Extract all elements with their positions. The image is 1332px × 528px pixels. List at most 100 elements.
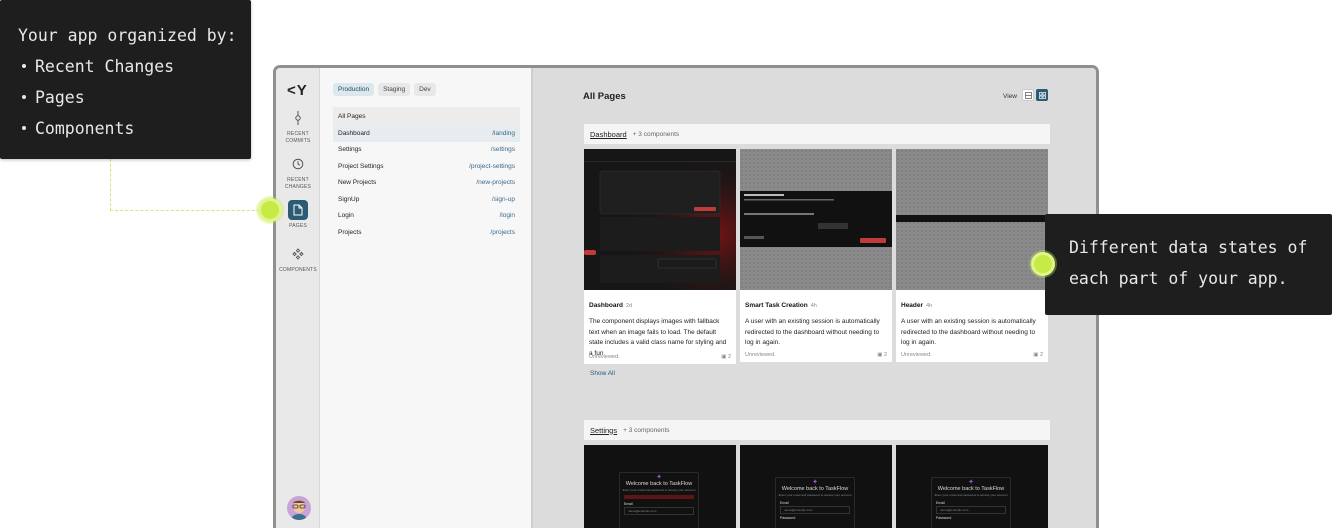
callout-line: Different data states of [1069,238,1308,257]
rail-label: RECENT COMMITS [285,131,311,144]
connector-line [110,210,260,211]
preview-subtitle: Enter your email and password to access … [778,493,852,497]
view-label: View [1003,93,1017,100]
nav-rail: <Y RECENT COMMITS RECENT CHANGES PAGES C… [276,68,320,528]
card-thumbnail [584,149,736,290]
smart-task-preview-image [740,191,892,247]
tab-staging[interactable]: Staging [378,83,411,96]
preview-subtitle: Enter your email and password to access … [934,493,1008,497]
preview-password-label: Password [936,516,952,520]
preview-title: Welcome back to TaskFlow [781,486,849,492]
page-row-signup[interactable]: SignUp/sign-up [333,191,520,208]
callout-item-recent-changes: Recent Changes [18,51,251,82]
page-row-settings[interactable]: Settings/settings [333,142,520,159]
preview-email-label: Email [624,502,633,506]
page-row-dashboard[interactable]: Dashboard/landing [333,125,520,142]
page-title: All Pages [583,91,626,102]
rail-label: PAGES [289,223,307,229]
section-header-settings: Settings + 3 components [584,420,1050,440]
callout-title: Your app organized by: [18,26,237,45]
sparkle-icon: ✦ [968,479,974,486]
state-card-dashboard[interactable]: Dashboard 2d The component displays image… [584,149,736,364]
rail-item-recent-changes[interactable]: RECENT CHANGES [276,154,320,191]
page-row-login[interactable]: Login/login [333,208,520,225]
state-card-settings-2[interactable]: ✦ Welcome back to TaskFlow Enter your em… [740,445,892,528]
list-view-button[interactable] [1022,89,1034,101]
preview-password-label: Password [780,516,796,520]
image-count: ▣ 2 [721,354,731,360]
content-area: All Pages View Dashboard + 3 components [535,68,1096,528]
page-row-new-projects[interactable]: New Projects/new-projects [333,175,520,192]
section-header-dashboard: Dashboard + 3 components [584,124,1050,144]
image-icon: ▣ [1033,352,1039,358]
card-title: Header [901,302,924,309]
highlight-knob [258,198,282,222]
sparkle-icon: ✦ [812,479,818,486]
pages-panel: Production Staging Dev All Pages Dashboa… [320,68,533,528]
rail-item-components[interactable]: COMPONENTS [276,244,320,274]
preview-email-label: Email [780,501,789,505]
review-status: Unreviewed. [589,354,620,360]
card-age: 4h [926,303,933,309]
section-link-dashboard[interactable]: Dashboard [590,130,627,139]
state-card-settings-3[interactable]: ✦ Welcome back to TaskFlow Enter your em… [896,445,1048,528]
show-all-link[interactable]: Show All [590,370,615,377]
review-status: Unreviewed. [901,352,932,358]
card-description: A user with an existing session is autom… [901,318,1036,346]
preview-title: Welcome back to TaskFlow [937,486,1005,492]
card-title: Dashboard [589,302,623,309]
card-thumbnail [896,149,1048,290]
card-description: A user with an existing session is autom… [745,318,880,346]
login-form-preview: ✦ Welcome back to TaskFlow Enter your em… [619,472,699,528]
state-card-header[interactable]: Header 4h A user with an existing session… [896,149,1048,362]
page-row-project-settings[interactable]: Project Settings/project-settings [333,158,520,175]
page-icon [288,200,308,220]
component-count: + 3 components [632,130,680,138]
login-form-preview: ✦ Welcome back to TaskFlow Enter your em… [931,477,1011,528]
app-logo: <Y [287,82,308,99]
preview-email-label: Email [936,501,945,505]
error-banner [624,495,694,499]
clock-icon [288,154,308,174]
rail-item-recent-commits[interactable]: RECENT COMMITS [276,108,320,145]
rail-label: COMPONENTS [279,267,317,273]
callout-data-states: Different data states of each part of yo… [1045,214,1332,315]
image-count: ▣ 2 [877,352,887,358]
card-age: 2d [625,303,633,309]
dashboard-preview-image [584,149,736,290]
tab-dev[interactable]: Dev [414,83,436,96]
page-list-header[interactable]: All Pages [333,107,520,125]
header-preview-image [896,215,1048,222]
avatar[interactable] [287,496,311,520]
image-icon: ▣ [877,352,883,358]
components-icon [288,244,308,264]
section-link-settings[interactable]: Settings [590,426,617,435]
state-card-smart-task-creation[interactable]: Smart Task Creation 4h A user with an exi… [740,149,892,362]
preview-subtitle: Enter your email and password to access … [622,488,696,492]
connector-line [110,159,111,211]
callout-item-components: Components [18,113,251,144]
state-card-settings-1[interactable]: ✦ Welcome back to TaskFlow Enter your em… [584,445,736,528]
card-age: 4h [810,303,817,309]
preview-email-field: name@example.com [780,506,850,514]
grid-view-icon [1038,91,1046,99]
card-title: Smart Task Creation [745,302,808,309]
page-list: All Pages Dashboard/landing Settings/set… [333,107,520,241]
commit-icon [288,108,308,128]
callout-organization: Your app organized by: Recent Changes Pa… [0,0,251,159]
rail-label: RECENT CHANGES [284,177,312,190]
list-view-icon [1024,91,1032,99]
environment-tabs: Production Staging Dev [333,83,436,96]
card-thumbnail [740,149,892,290]
highlight-knob [1031,252,1055,276]
login-form-preview: ✦ Welcome back to TaskFlow Enter your em… [775,477,855,528]
tab-production[interactable]: Production [333,83,375,96]
component-count: + 3 components [623,426,670,434]
review-status: Unreviewed. [745,352,776,358]
preview-email-field: name@example.com [624,507,694,515]
grid-view-button[interactable] [1036,89,1048,101]
app-window: <Y RECENT COMMITS RECENT CHANGES PAGES C… [273,65,1099,528]
page-row-projects[interactable]: Projects/projects [333,224,520,241]
image-count: ▣ 2 [1033,352,1043,358]
rail-item-pages[interactable]: PAGES [276,200,320,230]
